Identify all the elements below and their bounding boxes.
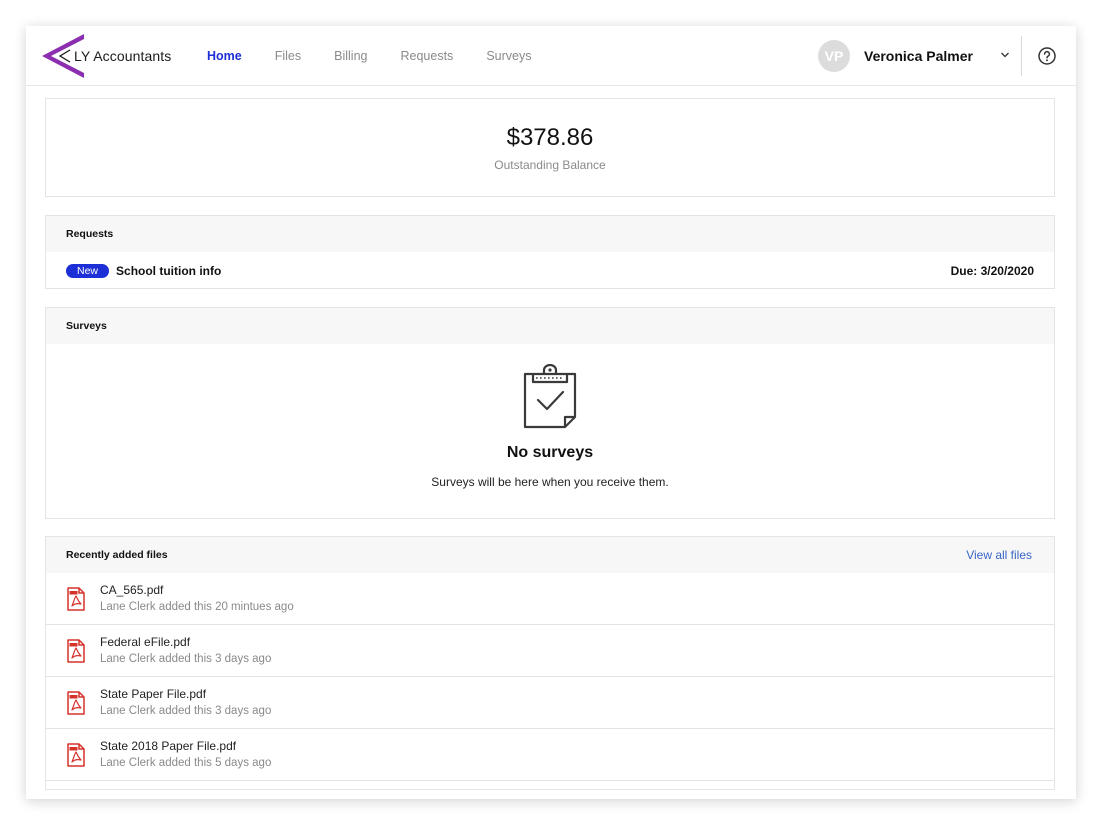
nav-billing[interactable]: Billing <box>334 49 367 63</box>
header-divider <box>1021 36 1022 76</box>
nav-home[interactable]: Home <box>207 49 242 63</box>
clipboard-check-icon <box>523 364 577 429</box>
brand-name: LY Accountants <box>74 48 172 64</box>
pdf-file-icon <box>67 639 85 663</box>
balance-amount: $378.86 <box>506 124 594 151</box>
file-name: State 2018 Paper File.pdf <box>100 739 237 753</box>
requests-header: Requests <box>46 216 1054 252</box>
request-title: School tuition info <box>116 263 222 278</box>
file-meta: Lane Clerk added this 20 mintues ago <box>100 601 294 613</box>
recent-files-card: Recently added files View all files CA_5… <box>45 536 1055 790</box>
files-header: Recently added files View all files <box>46 537 1054 573</box>
file-name: Federal eFile.pdf <box>100 635 191 649</box>
top-navigation-bar: LY Accountants Home Files Billing Reques… <box>26 26 1076 86</box>
file-name: State Paper File.pdf <box>100 687 207 701</box>
file-row[interactable]: Federal eFile.pdf Lane Clerk added this … <box>46 625 1054 677</box>
file-row[interactable]: State 2018 Paper File.pdf Lane Clerk add… <box>46 729 1054 781</box>
empty-title: No surveys <box>506 444 594 461</box>
file-meta: Lane Clerk added this 3 days ago <box>100 653 272 665</box>
files-title: Recently added files <box>66 549 168 561</box>
brand-logo[interactable]: LY Accountants <box>40 32 171 80</box>
new-badge: New <box>66 263 110 278</box>
help-icon[interactable] <box>1037 46 1057 66</box>
nav-files[interactable]: Files <box>275 49 301 63</box>
surveys-header: Surveys <box>46 308 1054 344</box>
file-row[interactable]: State Paper File.pdf Lane Clerk added th… <box>46 677 1054 729</box>
empty-text: Surveys will be here when you receive th… <box>431 475 669 489</box>
balance-card: $378.86 Outstanding Balance <box>45 98 1055 197</box>
surveys-card: Surveys No surveys Surveys will be here … <box>45 307 1055 519</box>
surveys-empty-state: No surveys Surveys will be here when you… <box>46 364 1054 489</box>
main-nav: Home Files Billing Requests Surveys <box>207 26 564 85</box>
user-menu[interactable]: VP Veronica Palmer <box>818 40 973 72</box>
user-name: Veronica Palmer <box>864 48 973 64</box>
avatar: VP <box>818 40 850 72</box>
request-due-date: Due: 3/20/2020 <box>950 263 1034 278</box>
pdf-file-icon <box>67 743 85 767</box>
file-row[interactable]: CA_565.pdf Lane Clerk added this 20 mint… <box>46 573 1054 625</box>
nav-requests[interactable]: Requests <box>401 49 454 63</box>
nav-surveys[interactable]: Surveys <box>486 49 531 63</box>
file-meta: Lane Clerk added this 3 days ago <box>100 705 272 717</box>
view-all-files-link[interactable]: View all files <box>966 548 1032 562</box>
balance-label: Outstanding Balance <box>494 158 606 172</box>
pdf-file-icon <box>67 587 85 611</box>
file-meta: Lane Clerk added this 5 days ago <box>100 757 272 769</box>
request-row[interactable]: New School tuition info Due: 3/20/2020 <box>46 252 1054 289</box>
requests-card: Requests New School tuition info Due: 3/… <box>45 215 1055 289</box>
app-window: LY Accountants Home Files Billing Reques… <box>26 26 1076 799</box>
file-name: CA_565.pdf <box>100 583 164 597</box>
chevron-down-icon[interactable] <box>1000 50 1010 60</box>
pdf-file-icon <box>67 691 85 715</box>
